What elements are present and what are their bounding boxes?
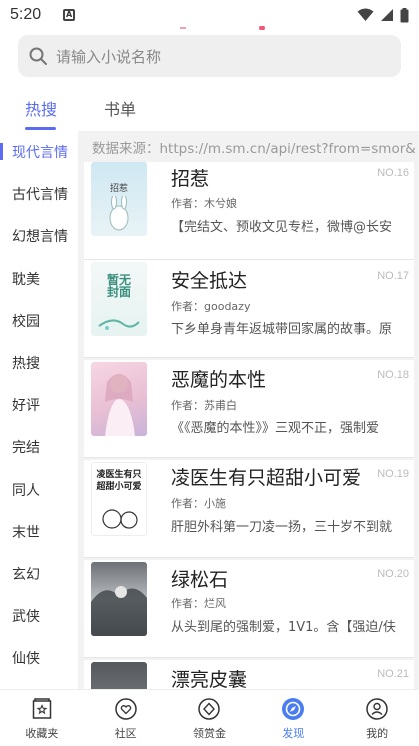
book-card[interactable]: 漂亮皮囊 NO.21 <box>84 660 414 689</box>
nav-community-label: 社区 <box>114 727 137 740</box>
nav-rewards[interactable]: 领赏金 <box>168 690 252 746</box>
wifi-icon <box>357 8 374 21</box>
sidebar-item-apocalypse[interactable]: 末世 <box>0 511 78 553</box>
status-time: 5:20 <box>10 6 42 23</box>
book-title: 绿松石 <box>171 569 229 591</box>
book-card[interactable]: 暂无封面 安全抵达 NO.17 作者：goodazy 下乡单身青年返城带回家属的… <box>84 260 414 358</box>
book-rank: NO.16 <box>377 167 409 179</box>
nav-discover[interactable]: 发现 <box>251 690 335 746</box>
book-card[interactable]: 恶魔的本性 NO.18 作者：苏甫白 《《恶魔的本性》》三观不正，强制爱 <box>84 360 414 458</box>
sidebar-item-modern-romance[interactable]: 现代言情 <box>0 131 78 173</box>
nav-rewards-label: 领赏金 <box>192 727 226 740</box>
book-list-panel: 数据来源：https://m.sm.cn/api/rest?from=smor&… <box>78 131 419 689</box>
book-author: 作者：goodazy <box>171 300 251 313</box>
book-cover: 暂无封面 <box>91 262 147 336</box>
category-sidebar: 现代言情 古代言情 幻想言情 耽美 校园 热搜 好评 完结 同人 末世 玄幻 武… <box>0 131 78 689</box>
bookmark-star-icon <box>32 698 52 719</box>
diamond-coin-icon <box>198 698 221 720</box>
book-card[interactable]: 招惹 招惹 NO.16 作者：木兮娘 【完结文、预收文见专栏，微博@长安 <box>84 162 414 260</box>
book-title: 招惹 <box>171 168 210 190</box>
book-title: 凌医生有只超甜小可爱 <box>171 467 362 489</box>
book-cover <box>91 362 147 436</box>
user-icon <box>366 698 388 720</box>
tab-bar: 热搜 书单 <box>0 90 419 130</box>
book-card[interactable]: 凌医生有只超甜小可爱 凌医生有只超甜小可爱 NO.19 作者：小施 肝胆外科第一… <box>84 460 414 558</box>
book-cover: 招惹 <box>91 162 147 236</box>
book-author: 作者：苏甫白 <box>171 399 237 412</box>
sidebar-item-wuxia[interactable]: 武侠 <box>0 595 78 637</box>
sidebar-item-hot[interactable]: 热搜 <box>0 342 78 384</box>
heart-bubble-icon <box>114 698 137 720</box>
tab-booklist[interactable]: 书单 <box>104 96 136 120</box>
sidebar-item-top-rated[interactable]: 好评 <box>0 384 78 426</box>
book-rank: NO.20 <box>377 568 409 580</box>
signal-icon <box>381 9 393 21</box>
book-author: 作者：烂风 <box>171 597 226 610</box>
book-description: 肝胆外科第一刀凌一扬，三十岁不到就 <box>171 520 393 535</box>
nav-community[interactable]: 社区 <box>84 690 168 746</box>
book-rank: NO.17 <box>377 270 409 282</box>
search-bar[interactable]: 请输入小说名称 <box>18 35 401 77</box>
cover-title: 招惹 <box>109 184 128 194</box>
cover-title: 暂无封面 <box>106 273 131 299</box>
bottom-navigation: 收藏夹 社区 领赏金 发现 我的 <box>0 689 419 746</box>
sidebar-item-completed[interactable]: 完结 <box>0 426 78 468</box>
book-rank: NO.21 <box>377 668 409 680</box>
book-card[interactable]: 绿松石 NO.20 作者：烂风 从头到尾的强制爱，1V1。含【强迫/伕 <box>84 560 414 658</box>
sidebar-item-ancient-romance[interactable]: 古代言情 <box>0 173 78 215</box>
book-author: 作者：小施 <box>171 497 226 510</box>
book-title: 恶魔的本性 <box>171 369 267 391</box>
book-author: 作者：木兮娘 <box>171 197 237 210</box>
book-rank: NO.19 <box>377 468 409 480</box>
sidebar-item-xianxia[interactable]: 仙侠 <box>0 637 78 679</box>
book-cover: 凌医生有只超甜小可爱 <box>91 462 147 536</box>
book-title: 漂亮皮囊 <box>171 669 248 689</box>
book-description: 【完结文、预收文见专栏，微博@长安 <box>171 220 393 235</box>
battery-icon <box>400 7 409 22</box>
data-source-text: 数据来源：https://m.sm.cn/api/rest?from=smor& <box>92 141 416 157</box>
tab-hot-search[interactable]: 热搜 <box>25 96 57 120</box>
compass-icon <box>282 698 305 720</box>
search-icon <box>29 47 47 65</box>
book-description: 下乡单身青年返城带回家属的故事。原 <box>171 322 393 337</box>
sidebar-item-danmei[interactable]: 耽美 <box>0 258 78 300</box>
sidebar-item-campus[interactable]: 校园 <box>0 300 78 342</box>
book-cover <box>91 662 147 689</box>
nav-favorites-label: 收藏夹 <box>25 727 59 740</box>
sidebar-item-fantasy-romance[interactable]: 幻想言情 <box>0 215 78 257</box>
nav-mine-label: 我的 <box>366 727 389 740</box>
book-description: 《《恶魔的本性》》三观不正，强制爱 <box>171 421 380 436</box>
book-title: 安全抵达 <box>171 270 248 292</box>
header-decoration <box>180 26 265 30</box>
search-placeholder[interactable]: 请输入小说名称 <box>56 46 161 67</box>
notification-icon: A <box>63 9 76 21</box>
tab-active-indicator <box>25 127 56 130</box>
book-rank: NO.18 <box>377 369 409 381</box>
book-cover <box>91 562 147 636</box>
nav-favorites[interactable]: 收藏夹 <box>0 690 84 746</box>
nav-discover-label: 发现 <box>282 727 305 740</box>
book-description: 从头到尾的强制爱，1V1。含【强迫/伕 <box>171 620 396 635</box>
sidebar-item-fanfic[interactable]: 同人 <box>0 469 78 511</box>
sidebar-item-xuanhuan[interactable]: 玄幻 <box>0 553 78 595</box>
cover-title: 凌医生有只超甜小可爱 <box>96 470 142 492</box>
nav-mine[interactable]: 我的 <box>335 690 419 746</box>
